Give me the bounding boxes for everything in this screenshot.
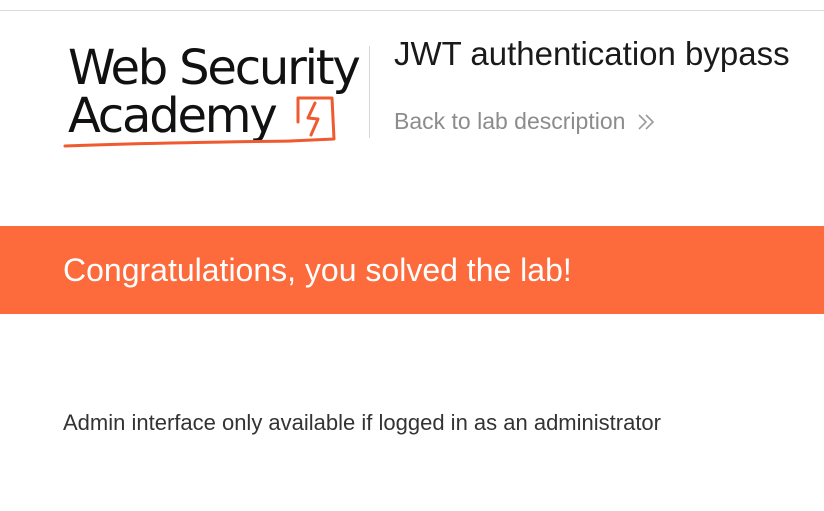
back-to-lab-description-link[interactable]: Back to lab description xyxy=(394,110,655,133)
lab-title: JWT authentication bypass xyxy=(394,35,790,72)
lightning-bolt-flask-icon xyxy=(63,96,336,148)
header-divider xyxy=(369,46,370,138)
back-link-label: Back to lab description xyxy=(394,108,626,134)
web-security-academy-logo[interactable]: Web Security Academy xyxy=(62,42,367,152)
top-divider xyxy=(0,10,824,11)
admin-access-message: Admin interface only available if logged… xyxy=(63,410,661,435)
solved-banner-message: Congratulations, you solved the lab! xyxy=(63,252,572,288)
double-chevron-right-icon xyxy=(638,113,655,130)
